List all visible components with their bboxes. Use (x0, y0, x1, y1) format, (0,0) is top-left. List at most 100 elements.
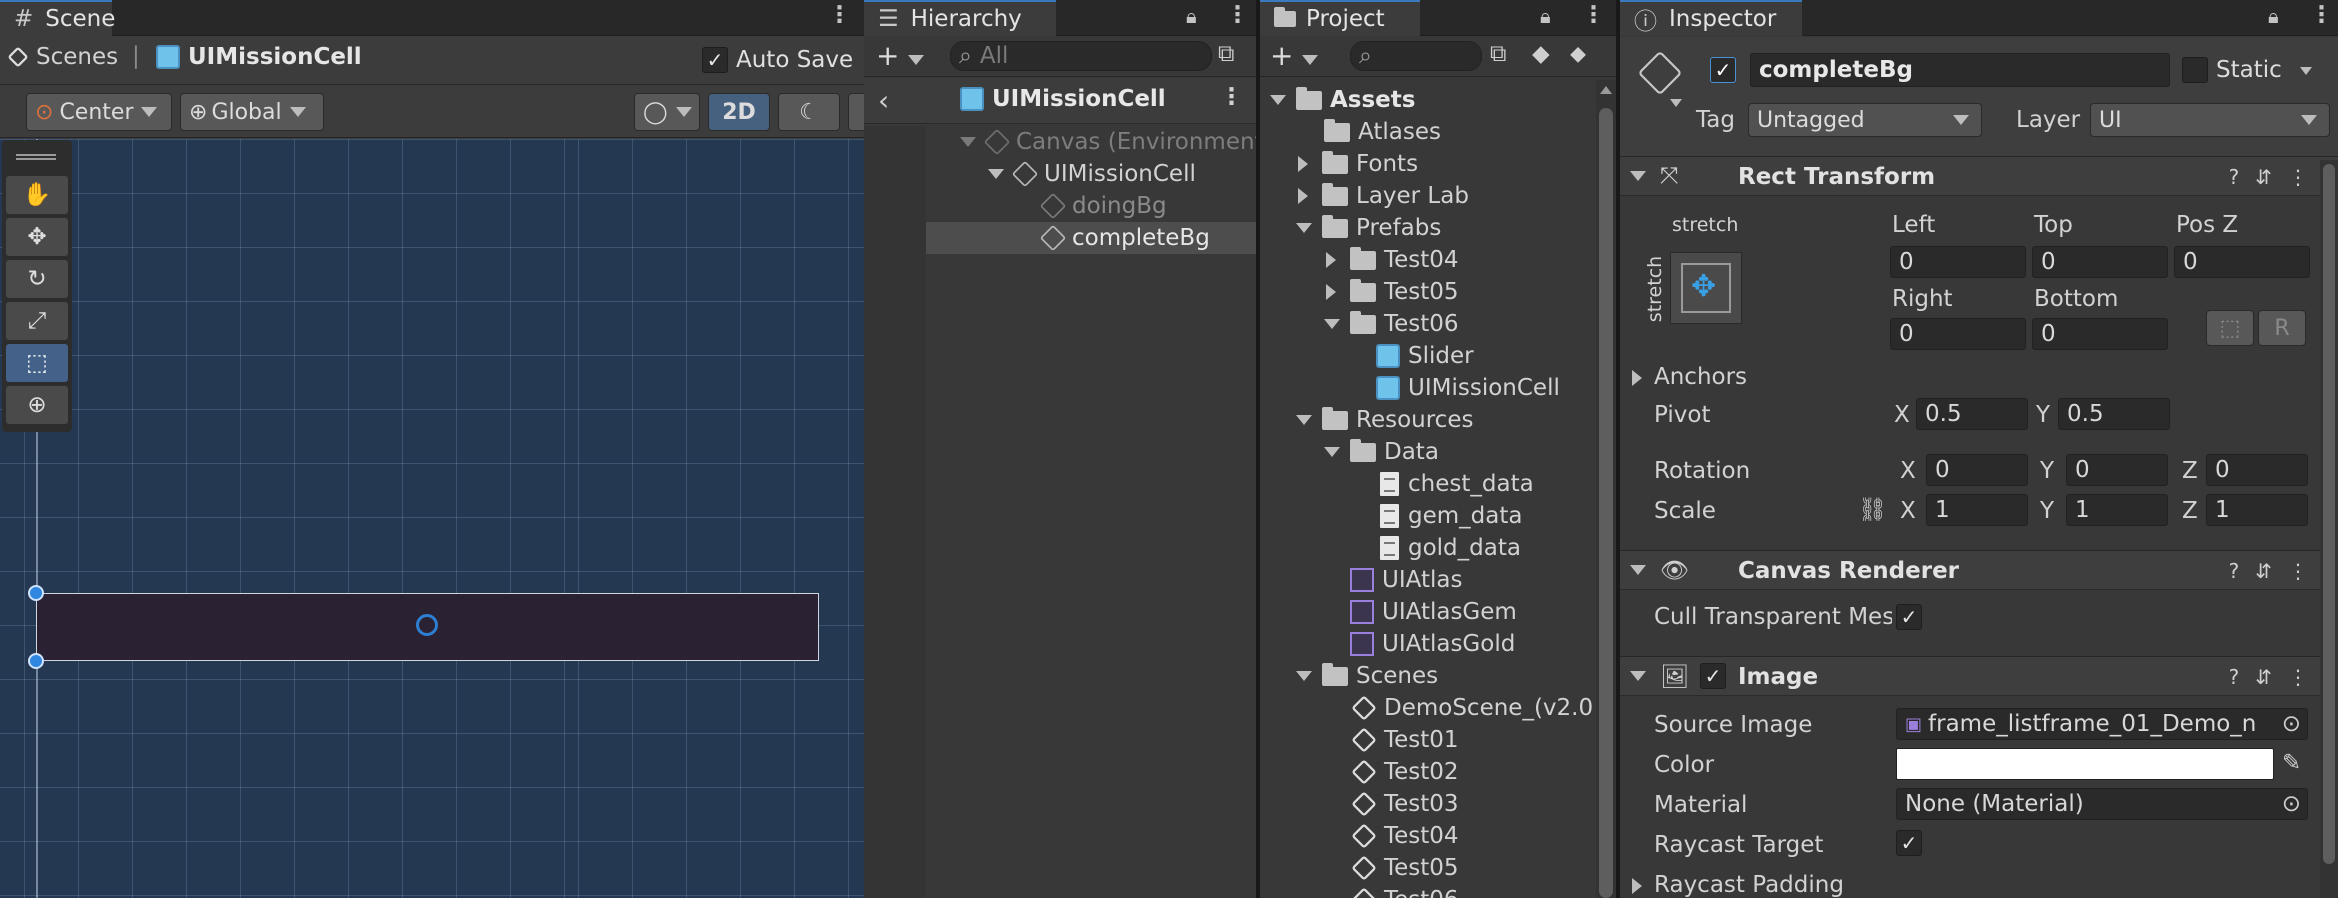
tag-dropdown[interactable]: Untagged (1748, 103, 1982, 137)
scrollbar-thumb[interactable] (1599, 108, 1613, 898)
anchor-preset-button[interactable]: ✥ (1670, 252, 1742, 324)
list-item[interactable]: Test06 (1324, 308, 1459, 340)
raw-edit-button[interactable]: R (2258, 310, 2306, 346)
breadcrumb-current[interactable]: UIMissionCell (156, 44, 362, 70)
blueprint-mode-button[interactable]: ⬚ (2206, 310, 2254, 346)
left-field[interactable]: 0 (1890, 246, 2026, 278)
list-item[interactable]: Test05 (1326, 276, 1459, 308)
list-item[interactable]: UIMissionCell (988, 158, 1196, 190)
lock-icon[interactable]: 🔒︎ (2268, 4, 2279, 28)
right-field[interactable]: 0 (1890, 318, 2026, 350)
prefab-menu-icon[interactable]: ⋮ (1220, 84, 1243, 110)
scenes-root-crumb[interactable]: Scenes (7, 44, 118, 70)
list-item[interactable]: gold_data (1380, 532, 1521, 564)
back-arrow-icon[interactable]: ‹ (878, 84, 889, 117)
filter-type-icon[interactable]: ◆ (1532, 41, 1550, 67)
list-item[interactable]: Slider (1376, 340, 1474, 372)
create-dropdown[interactable]: + (876, 39, 925, 72)
palette-grip[interactable] (16, 154, 56, 160)
top-field[interactable]: 0 (2032, 246, 2168, 278)
object-name-field[interactable]: completeBg (1750, 53, 2170, 87)
scale-y-field[interactable]: 1 (2066, 494, 2168, 526)
scene-viewport-right[interactable] (574, 139, 864, 898)
list-item[interactable]: chest_data (1380, 468, 1534, 500)
visibility-dropdown[interactable]: ◯ (634, 93, 700, 131)
posz-field[interactable]: 0 (2174, 246, 2310, 278)
list-item[interactable]: Fonts (1298, 148, 1418, 180)
list-item[interactable]: Resources (1296, 404, 1473, 436)
material-field[interactable]: None (Material) ⊙ (1896, 788, 2308, 820)
auto-save-checkbox[interactable]: ✓ (702, 47, 728, 73)
component-header-icons[interactable]: ?⇵⋮ (2229, 665, 2324, 689)
list-item[interactable]: Scenes (1296, 660, 1438, 692)
eyedropper-icon[interactable]: ✎ (2282, 750, 2301, 776)
rotation-z-field[interactable]: 0 (2206, 454, 2308, 486)
list-item[interactable]: Data (1324, 436, 1439, 468)
list-item[interactable]: Prefabs (1296, 212, 1441, 244)
lock-icon[interactable]: 🔒︎ (1186, 4, 1197, 28)
raycast-padding-foldout[interactable]: Raycast Padding (1654, 872, 1844, 898)
project-create-dropdown[interactable]: + (1270, 39, 1319, 72)
rect-gizmo[interactable] (36, 593, 574, 661)
scene-kebab-icon[interactable]: ⋮ (828, 2, 851, 28)
list-item[interactable]: DemoScene_(v2.0 (1351, 692, 1593, 724)
list-item[interactable]: Assets (1270, 84, 1415, 116)
chevron-right-icon[interactable] (1632, 370, 1642, 386)
source-image-field[interactable]: ▣ frame_listframe_01_Demo_n ⊙ (1896, 708, 2308, 740)
list-item[interactable]: Test03 (1351, 788, 1459, 820)
toggle-2d-button[interactable]: 2D (708, 93, 770, 131)
icon-dropdown-icon[interactable] (1670, 99, 1682, 107)
hierarchy-menu-icon[interactable]: ⋮ (1226, 2, 1249, 28)
tab-hierarchy[interactable]: ☰ Hierarchy (864, 0, 1056, 36)
project-menu-icon[interactable]: ⋮ (1582, 2, 1605, 28)
list-item[interactable]: doingBg (1039, 190, 1167, 222)
list-item[interactable]: UIAtlasGem (1350, 596, 1517, 628)
constrain-proportions-icon[interactable]: ⛓︎ (1858, 496, 1887, 523)
move-tool-button[interactable]: ✥ (6, 218, 68, 256)
scale-z-field[interactable]: 1 (2206, 494, 2308, 526)
list-item[interactable]: Test04 (1351, 820, 1459, 852)
bottom-field[interactable]: 0 (2032, 318, 2168, 350)
rect-tool-button[interactable]: ⬚ (6, 344, 68, 382)
static-dropdown-icon[interactable] (2300, 67, 2312, 75)
scene-visibility-icon[interactable]: ⧉ (1218, 41, 1234, 67)
object-picker-icon[interactable]: ⊙ (2282, 711, 2301, 737)
cull-transparent-checkbox[interactable]: ✓ (1896, 604, 1922, 630)
rotate-tool-button[interactable]: ↻ (6, 260, 68, 298)
lock-icon[interactable]: 🔒︎ (1540, 4, 1551, 28)
space-mode-dropdown[interactable]: ⊕ Global (180, 93, 324, 131)
lighting-toggle-button[interactable]: ☾ (778, 93, 840, 131)
corner-handle-tl[interactable] (28, 585, 44, 601)
list-item[interactable]: Test02 (1351, 756, 1459, 788)
list-item[interactable]: Test04 (1326, 244, 1459, 276)
list-item[interactable]: Test01 (1351, 724, 1459, 756)
hand-tool-button[interactable]: ✋ (6, 176, 68, 214)
active-checkbox[interactable]: ✓ (1710, 57, 1736, 83)
anchors-foldout[interactable]: Anchors (1654, 364, 1747, 390)
list-item[interactable]: UIAtlas (1350, 564, 1462, 596)
list-item[interactable]: Atlases (1324, 116, 1441, 148)
filter-label-icon[interactable]: ⬥ (1570, 41, 1586, 67)
transform-tool-button[interactable]: ⊕ (6, 386, 68, 424)
rect-gizmo-right[interactable] (574, 593, 819, 661)
pivot-handle[interactable] (416, 614, 438, 636)
list-item[interactable]: Layer Lab (1298, 180, 1469, 212)
inspector-scrollbar[interactable] (2320, 160, 2338, 898)
layer-dropdown[interactable]: UI (2090, 103, 2330, 137)
component-header-icons[interactable]: ?⇵⋮ (2229, 559, 2324, 583)
list-item[interactable]: gem_data (1380, 500, 1522, 532)
component-header-icons[interactable]: ?⇵⋮ (2229, 165, 2324, 189)
list-item[interactable]: Canvas (Environment) (960, 126, 1256, 158)
list-item[interactable]: Test05 (1351, 852, 1459, 884)
scale-x-field[interactable]: 1 (1926, 494, 2028, 526)
pivot-mode-dropdown[interactable]: ⊙ Center (26, 93, 172, 131)
inspector-menu-icon[interactable]: ⋮ (2310, 2, 2333, 28)
object-picker-icon[interactable]: ⊙ (2282, 791, 2301, 817)
hierarchy-search-input[interactable]: ⌕ All (950, 41, 1212, 71)
image-header[interactable]: 🖼︎ ✓ Image ?⇵⋮ (1620, 656, 2338, 696)
scrollbar-thumb[interactable] (2323, 164, 2335, 864)
corner-handle-bl[interactable] (28, 653, 44, 669)
list-item[interactable]: UIMissionCell (1376, 372, 1560, 404)
pivot-y-field[interactable]: 0.5 (2058, 398, 2170, 430)
pivot-x-field[interactable]: 0.5 (1916, 398, 2028, 430)
